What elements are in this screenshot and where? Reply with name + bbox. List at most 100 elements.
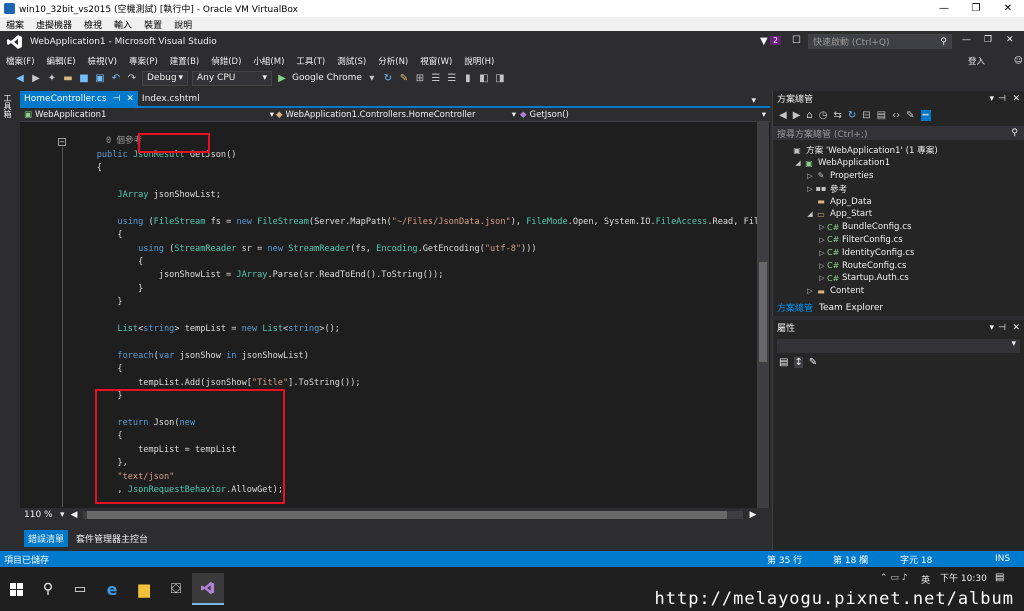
tree-item[interactable]: ▷ C# FilterConfig.cs [773, 234, 1024, 247]
pin-icon[interactable]: ⊣ [998, 323, 1006, 333]
browser-link-icon[interactable]: ✎ [398, 72, 410, 84]
expand-arrow-icon[interactable]: ▷ [805, 172, 815, 180]
refresh-icon[interactable]: ↻ [382, 72, 394, 84]
bookmark-next-icon[interactable]: ◨ [494, 72, 506, 84]
back-icon[interactable]: ◀ [14, 72, 26, 84]
redo-icon[interactable]: ↷ [126, 72, 138, 84]
tree-item[interactable]: ▷ C# IdentityConfig.cs [773, 246, 1024, 259]
expand-arrow-icon[interactable]: ▷ [805, 287, 815, 295]
undo-icon[interactable]: ↶ [110, 72, 122, 84]
tree-item[interactable]: ▷ C# BundleConfig.cs [773, 221, 1024, 234]
close-icon[interactable]: ✕ [1006, 35, 1014, 45]
scroll-right-icon[interactable]: ▶ [749, 510, 756, 520]
tab-package-manager[interactable]: 套件管理器主控台 [72, 530, 152, 547]
menu-file[interactable]: 檔案(F) [0, 55, 41, 67]
panel-menu-icon[interactable]: ▾ [989, 323, 994, 333]
tree-item[interactable]: ▣ 方案 'WebApplication1' (1 專案) [773, 144, 1024, 157]
editor-vertical-scrollbar[interactable] [757, 122, 769, 508]
close-icon[interactable]: ✕ [992, 0, 1024, 17]
minimize-icon[interactable]: — [962, 35, 971, 45]
back-icon[interactable]: ◀ [779, 110, 787, 121]
menu-project[interactable]: 專案(P) [123, 55, 164, 67]
expand-arrow-icon[interactable]: ▷ [817, 262, 827, 270]
scroll-thumb[interactable] [87, 511, 728, 519]
toolbox-strip[interactable]: 工具箱 [0, 90, 20, 550]
alphabetical-icon[interactable]: ↕ [794, 357, 803, 368]
menu-debug[interactable]: 偵錯(D) [205, 55, 247, 67]
input-language[interactable]: 英 [921, 573, 930, 586]
visual-studio-taskbar-icon[interactable] [192, 573, 224, 605]
search-input[interactable]: 搜尋方案總管 (Ctrl+;) [777, 127, 867, 140]
expand-arrow-icon[interactable]: ▷ [817, 236, 827, 244]
search-icon[interactable]: ⚲ [32, 573, 64, 605]
vbox-menu-input[interactable]: 輸入 [108, 18, 138, 31]
member-dropdown[interactable]: ◆ GetJson() ▾ [520, 110, 766, 120]
vbox-menu-file[interactable]: 檔案 [0, 18, 30, 31]
expand-arrow-icon[interactable]: ▷ [817, 223, 827, 231]
account-icon[interactable]: ☺ [1008, 56, 1024, 66]
start-icon[interactable] [0, 573, 32, 605]
expand-arrow-icon[interactable]: ▷ [817, 274, 827, 282]
scroll-thumb[interactable] [759, 262, 767, 362]
properties-object-select[interactable]: ▾ [777, 339, 1020, 353]
tree-item[interactable]: ▷ C# Startup.Auth.cs [773, 272, 1024, 285]
tab-team-explorer[interactable]: Team Explorer [819, 303, 883, 313]
tree-item[interactable]: ◢ ▭ App_Start [773, 208, 1024, 221]
save-all-icon[interactable]: ▣ [94, 72, 106, 84]
quick-launch[interactable]: 快速啟動 (Ctrl+Q) ⚲ [808, 34, 952, 49]
signin-link[interactable]: 登入 [962, 55, 991, 67]
feedback-icon[interactable]: ☐ [792, 35, 801, 46]
tab-overflow-icon[interactable]: ▾ [751, 96, 770, 106]
preview-icon[interactable]: ━ [920, 109, 931, 121]
home-icon[interactable]: ⌂ [806, 110, 812, 121]
menu-tools[interactable]: 工具(T) [290, 55, 331, 67]
menu-test[interactable]: 測試(S) [331, 55, 372, 67]
horizontal-scrollbar[interactable] [83, 511, 744, 519]
code-view-icon[interactable]: ‹› [892, 110, 900, 121]
pin-icon[interactable]: ⊣ [113, 94, 121, 104]
bookmark-prev-icon[interactable]: ◧ [478, 72, 490, 84]
notification-icon[interactable]: ▤ [995, 572, 1004, 583]
toolbar-misc-icon[interactable]: ⊞ [414, 72, 426, 84]
bookmark-icon[interactable]: ▮ [462, 72, 474, 84]
minimize-icon[interactable]: — [928, 0, 960, 17]
uncomment-icon[interactable]: ☰ [446, 72, 458, 84]
tree-item[interactable]: ▷ ✎ Properties [773, 170, 1024, 183]
clock[interactable]: 下午 10:30 [940, 571, 987, 584]
chevron-down-icon[interactable]: ▾ [366, 72, 378, 84]
quick-launch-input[interactable]: 快速啟動 (Ctrl+Q) [813, 35, 890, 48]
notification-badge[interactable]: 2 [770, 36, 782, 45]
refresh-icon[interactable]: ↻ [848, 110, 856, 121]
tray-icons[interactable]: ⌃ ▭ ♪ [880, 573, 908, 583]
menu-analyze[interactable]: 分析(N) [372, 55, 414, 67]
project-dropdown[interactable]: ▣ WebApplication1 ▾ [24, 110, 274, 120]
close-icon[interactable]: ✕ [1012, 94, 1020, 104]
show-all-files-icon[interactable]: ▤ [877, 110, 886, 121]
menu-help[interactable]: 說明(H) [458, 55, 500, 67]
sync-icon[interactable]: ⇆ [834, 110, 842, 121]
tree-item[interactable]: ▷ ▪▪ 參考 [773, 182, 1024, 195]
edge-icon[interactable]: e [96, 573, 128, 605]
pin-icon[interactable]: ⊣ [998, 94, 1006, 104]
tree-item[interactable]: ▷ ▬ Content [773, 285, 1024, 298]
tab-solution-explorer[interactable]: 方案總管 [777, 301, 813, 314]
tree-item[interactable]: ▬ App_Data [773, 195, 1024, 208]
toolbox-label[interactable]: 工具箱 [0, 90, 16, 122]
expand-arrow-icon[interactable]: ▷ [817, 249, 827, 257]
class-dropdown[interactable]: ◆ WebApplication1.Controllers.HomeContro… [276, 110, 516, 120]
restore-icon[interactable]: ❐ [960, 0, 992, 17]
zoom-select[interactable]: 110 % [20, 510, 60, 520]
tree-item[interactable]: ◢ ▣ WebApplication1 [773, 157, 1024, 170]
tree-item[interactable]: ▷ C# RouteConfig.cs [773, 259, 1024, 272]
tab-homecontroller[interactable]: HomeController.cs ⊣ ✕ [20, 91, 138, 106]
collapse-arrow-icon[interactable]: ◢ [793, 159, 803, 167]
property-pages-icon[interactable]: ✎ [809, 357, 817, 368]
vbox-menu-devices[interactable]: 裝置 [138, 18, 168, 31]
browser-select[interactable]: Google Chrome [292, 73, 362, 83]
platform-select[interactable]: Any CPU ▾ [192, 70, 272, 86]
panel-menu-icon[interactable]: ▾ [989, 94, 994, 104]
forward-icon[interactable]: ▶ [30, 72, 42, 84]
menu-build[interactable]: 建置(B) [164, 55, 205, 67]
new-project-icon[interactable]: ✦ [46, 72, 58, 84]
vbox-menu-machine[interactable]: 虛擬機器 [30, 18, 78, 31]
